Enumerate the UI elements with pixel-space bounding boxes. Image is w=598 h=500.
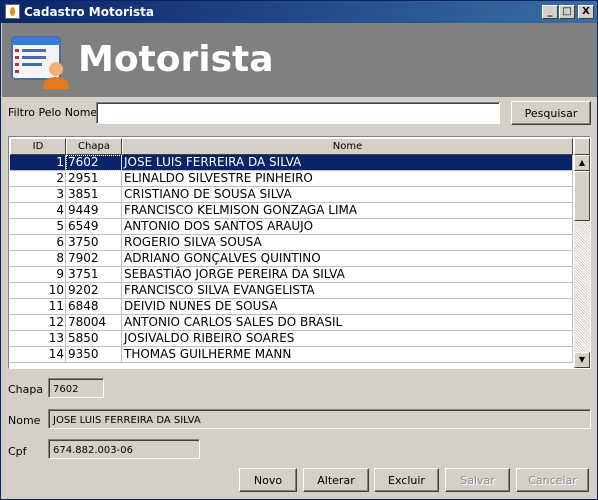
cell-nome: DEIVID NUNES DE SOUSA xyxy=(122,299,573,315)
cell-chapa: 9350 xyxy=(66,347,122,363)
user-list-icon xyxy=(11,36,69,89)
cell-id: 3 xyxy=(10,187,66,203)
table-row[interactable]: 9 3751 SEBASTIÃO JORGE PEREIRA DA SILVA xyxy=(10,267,573,283)
cell-id: 13 xyxy=(10,331,66,347)
cell-nome: ROGERIO SILVA SOUSA xyxy=(122,235,573,251)
table-row[interactable]: 6 3750 ROGERIO SILVA SOUSA xyxy=(10,235,573,251)
cell-nome: ADRIANO GONÇALVES QUINTINO xyxy=(122,251,573,267)
cell-chapa: 78004 xyxy=(66,315,122,331)
cell-id: 1 xyxy=(10,155,66,171)
cell-id: 10 xyxy=(10,283,66,299)
cell-nome: ANTONIO CARLOS SALES DO BRASIL xyxy=(122,315,573,331)
cell-id: 12 xyxy=(10,315,66,331)
filter-name-input[interactable] xyxy=(96,102,500,124)
table-row[interactable]: 5 6549 ANTONIO DOS SANTOS ARAUJO xyxy=(10,219,573,235)
cpf-label: Cpf xyxy=(8,445,27,458)
cell-chapa: 5850 xyxy=(66,331,122,347)
cell-nome: THOMAS GUILHERME MANN xyxy=(122,347,573,363)
cell-nome: JOSIVALDO RIBEIRO SOARES xyxy=(122,331,573,347)
salvar-button[interactable]: Salvar xyxy=(445,468,510,492)
scroll-down-icon[interactable]: ▼ xyxy=(574,352,590,368)
column-header-id[interactable]: ID xyxy=(10,138,66,155)
table-row[interactable]: 4 9449 FRANCISCO KELMISON GONZAGA LIMA xyxy=(10,203,573,219)
table-row[interactable]: 8 7902 ADRIANO GONÇALVES QUINTINO xyxy=(10,251,573,267)
cell-id: 6 xyxy=(10,235,66,251)
cell-id: 14 xyxy=(10,347,66,363)
cell-nome: CRISTIANO DE SOUSA SILVA xyxy=(122,187,573,203)
table-row[interactable]: 11 6848 DEIVID NUNES DE SOUSA xyxy=(10,299,573,315)
cell-chapa: 3851 xyxy=(66,187,122,203)
excluir-button[interactable]: Excluir xyxy=(374,468,439,492)
table-row[interactable]: 12 78004 ANTONIO CARLOS SALES DO BRASIL xyxy=(10,315,573,331)
cell-chapa: 6549 xyxy=(66,219,122,235)
drivers-table[interactable]: ID Chapa Nome 1 7602 JOSE LUIS FERREIRA DA… xyxy=(8,136,591,369)
cell-id: 9 xyxy=(10,267,66,283)
cell-id: 8 xyxy=(10,251,66,267)
cell-nome: ANTONIO DOS SANTOS ARAUJO xyxy=(122,219,573,235)
scroll-up-icon[interactable]: ▲ xyxy=(574,155,590,171)
table-body: 1 7602 JOSE LUIS FERREIRA DA SILVA 2 2951 ELI… xyxy=(10,155,573,368)
cell-chapa: 7902 xyxy=(66,251,122,267)
table-row[interactable]: 13 5850 JOSIVALDO RIBEIRO SOARES xyxy=(10,331,573,347)
minimize-button[interactable]: _ xyxy=(542,5,558,19)
table-row[interactable]: 2 2951 ELINALDO SILVESTRE PINHEIRO xyxy=(10,171,573,187)
table-row[interactable]: 10 9202 FRANCISCO SILVA EVANGELISTA xyxy=(10,283,573,299)
nome-label: Nome xyxy=(8,414,41,427)
cell-chapa: 6848 xyxy=(66,299,122,315)
header-banner: Motorista xyxy=(2,23,597,97)
cancelar-button[interactable]: Cancelar xyxy=(516,468,589,492)
chapa-label: Chapa xyxy=(8,383,44,396)
cell-nome: ELINALDO SILVESTRE PINHEIRO xyxy=(122,171,573,187)
table-corner xyxy=(574,138,590,155)
nome-value: JOSE LUIS FERREIRA DA SILVA xyxy=(53,415,201,426)
table-row[interactable]: 1 7602 JOSE LUIS FERREIRA DA SILVA xyxy=(10,155,573,171)
column-header-chapa[interactable]: Chapa xyxy=(66,138,122,155)
cell-nome: SEBASTIÃO JORGE PEREIRA DA SILVA xyxy=(122,267,573,283)
cadastro-motorista-window: Cadastro Motorista _ □ X Motorista Filtr… xyxy=(0,0,598,500)
cell-id: 5 xyxy=(10,219,66,235)
cpf-value: 674.882.003-06 xyxy=(53,445,133,456)
scroll-thumb[interactable] xyxy=(574,171,590,221)
column-header-nome[interactable]: Nome xyxy=(122,138,573,155)
cpf-field[interactable]: 674.882.003-06 xyxy=(48,439,200,459)
table-row[interactable]: 14 9350 THOMAS GUILHERME MANN xyxy=(10,347,573,363)
cell-id: 4 xyxy=(10,203,66,219)
cell-chapa: 7602 xyxy=(66,155,122,171)
nome-field[interactable]: JOSE LUIS FERREIRA DA SILVA xyxy=(48,409,591,429)
table-row[interactable]: 3 3851 CRISTIANO DE SOUSA SILVA xyxy=(10,187,573,203)
filter-label: Filtro Pelo Nome xyxy=(8,106,98,119)
chapa-field[interactable]: 7602 xyxy=(48,378,104,398)
page-title: Motorista xyxy=(78,39,274,80)
cell-chapa: 3750 xyxy=(66,235,122,251)
title-bar[interactable]: Cadastro Motorista _ □ X xyxy=(1,1,597,23)
maximize-button[interactable]: □ xyxy=(559,5,575,19)
cell-chapa: 2951 xyxy=(66,171,122,187)
table-header: ID Chapa Nome xyxy=(10,138,573,155)
cell-nome: FRANCISCO SILVA EVANGELISTA xyxy=(122,283,573,299)
cell-nome: JOSE LUIS FERREIRA DA SILVA xyxy=(122,155,573,171)
chapa-value: 7602 xyxy=(53,384,79,395)
cell-chapa: 9449 xyxy=(66,203,122,219)
cell-chapa: 9202 xyxy=(66,283,122,299)
alterar-button[interactable]: Alterar xyxy=(303,468,369,492)
vertical-scrollbar[interactable]: ▲ ▼ xyxy=(574,155,590,368)
novo-button[interactable]: Novo xyxy=(239,468,297,492)
cell-id: 11 xyxy=(10,299,66,315)
java-app-icon xyxy=(5,4,20,19)
cell-chapa: 3751 xyxy=(66,267,122,283)
cell-nome: FRANCISCO KELMISON GONZAGA LIMA xyxy=(122,203,573,219)
close-button[interactable]: X xyxy=(578,5,594,19)
search-button[interactable]: Pesquisar xyxy=(511,101,591,125)
cell-id: 2 xyxy=(10,171,66,187)
window-title: Cadastro Motorista xyxy=(24,5,154,19)
